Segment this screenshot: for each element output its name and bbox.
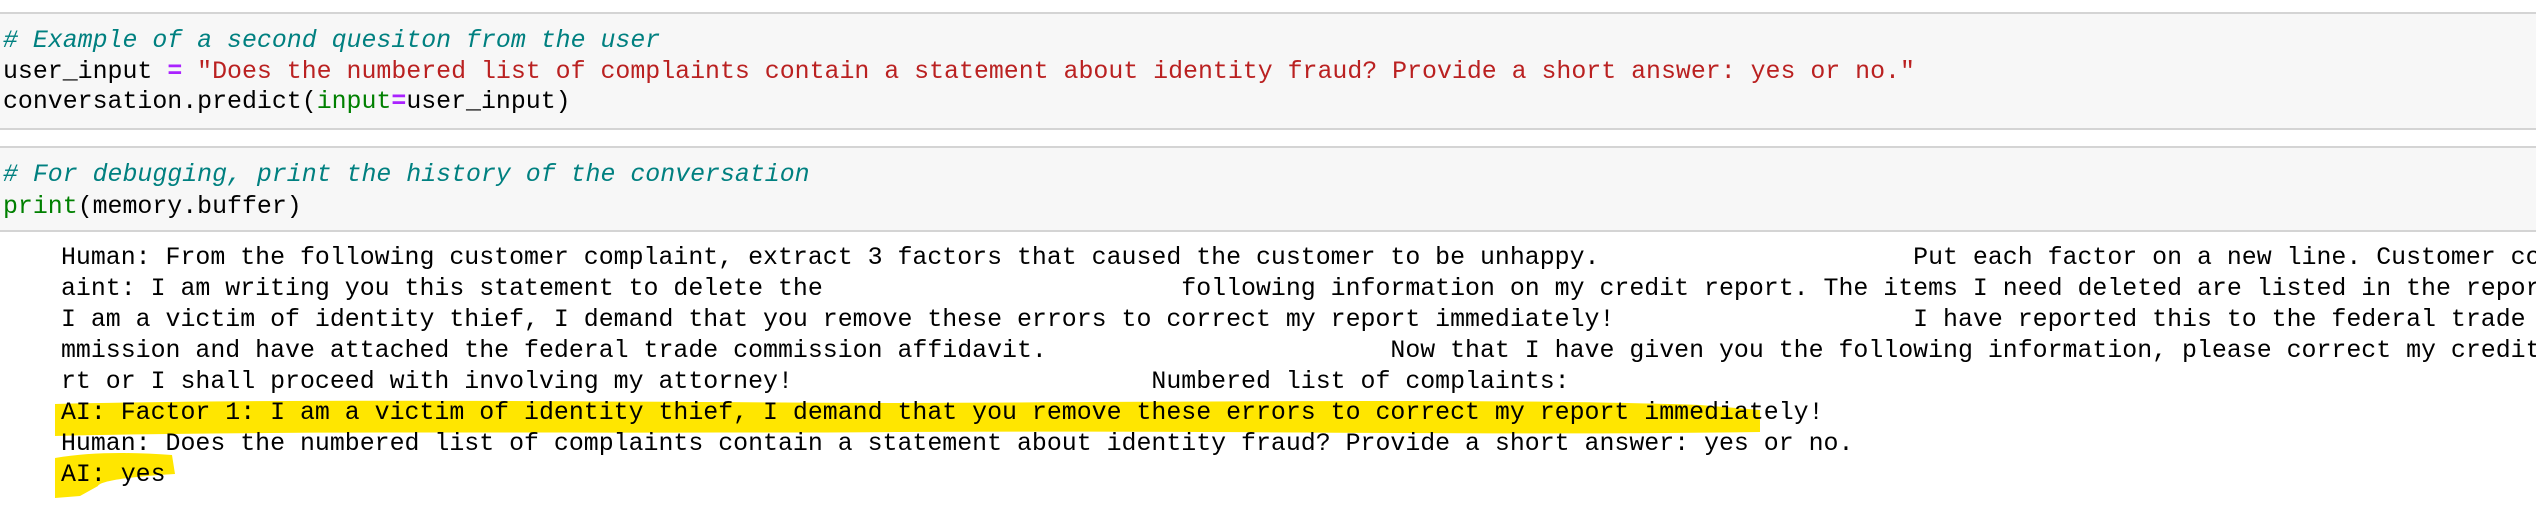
variable: user_input <box>3 58 168 86</box>
keyword-arg: input <box>316 88 392 116</box>
output-line: rt or I shall proceed with involving my … <box>61 368 1570 396</box>
operator: = <box>167 58 183 86</box>
code-comment: # For debugging, print the history of th… <box>3 161 810 189</box>
code-cell-2[interactable]: # For debugging, print the history of th… <box>0 146 2536 232</box>
cell-output: Human: From the following customer compl… <box>61 243 2536 491</box>
string-literal: "Does the numbered list of complaints co… <box>182 58 1915 86</box>
output-line: Human: From the following customer compl… <box>61 244 2536 272</box>
code-line-user-input: user_input = "Does the numbered list of … <box>3 57 1915 88</box>
builtin-function: print <box>3 193 78 221</box>
operator: = <box>391 88 407 116</box>
call: conversation.predict( <box>3 88 317 116</box>
code-line-predict: conversation.predict(input=user_input) <box>3 87 571 118</box>
call-args: (memory.buffer) <box>77 193 302 221</box>
output-line: aint: I am writing you this statement to… <box>61 275 2536 303</box>
code-comment: # Example of a second quesiton from the … <box>3 27 661 55</box>
output-line: I am a victim of identity thief, I deman… <box>61 306 2536 334</box>
output-line-ai-answer: AI: yes <box>61 461 166 489</box>
output-line-ai-factor: AI: Factor 1: I am a victim of identity … <box>61 399 1824 427</box>
output-line: mmission and have attached the federal t… <box>61 337 2536 365</box>
code-line-print: print(memory.buffer) <box>3 192 302 223</box>
call-args: user_input) <box>406 88 571 116</box>
code-cell-1[interactable]: # Example of a second quesiton from the … <box>0 12 2536 130</box>
output-line-human-question: Human: Does the numbered list of complai… <box>61 430 1854 458</box>
